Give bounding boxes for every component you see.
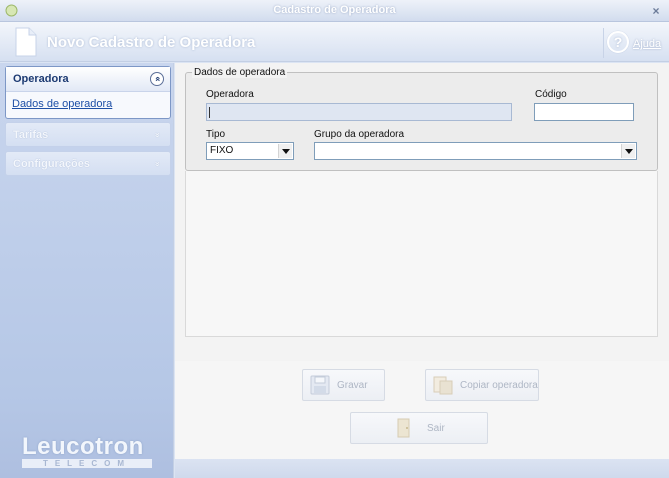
codigo-label: Código: [535, 89, 567, 100]
operadora-field[interactable]: [206, 103, 512, 121]
sidebar-group-label: Operadora: [13, 73, 69, 85]
form-area: Dados de operadora Operadora Código Tipo…: [175, 63, 669, 361]
document-icon: [15, 27, 37, 57]
help-label: Ajuda: [633, 38, 662, 50]
copiar-operadora-button[interactable]: Copiar operadora: [425, 369, 539, 401]
sair-button[interactable]: Sair: [350, 412, 488, 444]
gravar-label: Gravar: [337, 380, 368, 391]
fieldset-dados-de-operadora: Dados de operadora Operadora Código Tipo…: [185, 67, 658, 171]
text-caret: [209, 107, 210, 118]
fieldset-legend: Dados de operadora: [192, 67, 288, 78]
copy-icon: [433, 376, 453, 395]
page-header: Novo Cadastro de Operadora ? Ajuda: [0, 22, 669, 62]
chevron-down-icon[interactable]: [278, 144, 292, 158]
chevron-up-icon[interactable]: »: [150, 72, 164, 86]
sidebar-group-label: Configurações: [13, 158, 91, 170]
logo-wordmark: Leucotron: [22, 433, 144, 460]
sidebar-group-label: Tarifas: [13, 129, 49, 141]
sidebar-group-tarifas[interactable]: Tarifas »: [5, 122, 171, 147]
gravar-button[interactable]: Gravar: [302, 369, 385, 401]
sidebar: Operadora » Dados de operadora Tarifas »…: [0, 63, 174, 478]
close-icon[interactable]: ×: [649, 4, 663, 18]
help-button[interactable]: ? Ajuda: [603, 28, 663, 58]
window-titlebar: Cadastro de Operadora ×: [0, 0, 669, 22]
operadora-label: Operadora: [206, 89, 254, 100]
sidebar-group-header-operadora[interactable]: Operadora »: [6, 67, 170, 92]
tipo-selected-value: FIXO: [210, 145, 234, 156]
exit-door-icon: [397, 418, 410, 438]
chevron-down-icon[interactable]: »: [150, 128, 164, 142]
sidebar-group-header-tarifas[interactable]: Tarifas »: [6, 123, 170, 148]
tipo-select[interactable]: FIXO: [206, 142, 294, 160]
status-strip: [175, 459, 669, 478]
grupo-select[interactable]: [314, 142, 637, 160]
company-logo: Leucotron TELECOM: [22, 433, 157, 468]
help-icon: ?: [607, 31, 629, 53]
save-icon: [310, 375, 330, 395]
sidebar-group-configuracoes[interactable]: Configurações »: [5, 151, 171, 176]
sair-label: Sair: [427, 423, 445, 434]
tipo-label: Tipo: [206, 129, 226, 140]
sidebar-link-dados-de-operadora[interactable]: Dados de operadora: [12, 98, 112, 110]
form-body-panel: [185, 171, 658, 337]
sidebar-group-operadora: Operadora » Dados de operadora: [5, 66, 171, 119]
main-content: Dados de operadora Operadora Código Tipo…: [175, 63, 669, 478]
grupo-label: Grupo da operadora: [314, 129, 405, 140]
sidebar-group-header-configuracoes[interactable]: Configurações »: [6, 152, 170, 177]
window-title: Cadastro de Operadora: [273, 4, 396, 16]
copiar-operadora-label: Copiar operadora: [460, 380, 538, 391]
codigo-field[interactable]: [534, 103, 634, 121]
chevron-down-icon[interactable]: [621, 144, 635, 158]
chevron-down-icon[interactable]: »: [150, 157, 164, 171]
page-title: Novo Cadastro de Operadora: [47, 34, 256, 51]
